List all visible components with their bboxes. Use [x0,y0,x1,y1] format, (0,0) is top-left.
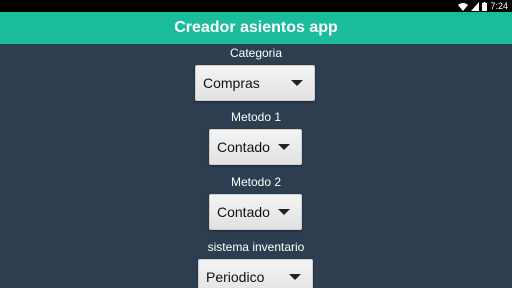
battery-icon [482,1,488,11]
sistema-value: Periodico [206,269,265,285]
metodo1-value: Contado [217,139,270,155]
signal-icon [471,1,480,11]
categoria-label: Categoria [229,46,283,60]
app-bar: Creador asientos app [0,12,512,44]
status-time: 7:24 [490,1,508,11]
sistema-spinner[interactable]: Periodico [198,259,313,288]
sistema-label: sistema inventario [207,240,305,254]
dropdown-arrow-icon [291,80,303,86]
categoria-value: Compras [203,75,260,91]
status-bar: 7:24 [0,0,512,12]
dropdown-arrow-icon [278,144,290,150]
metodo2-spinner[interactable]: Contado [209,194,302,230]
metodo1-spinner[interactable]: Contado [209,129,302,165]
form-content: Categoria Compras Metodo 1 Contado Metod… [0,44,512,288]
status-icons: 7:24 [458,0,508,12]
app-title: Creador asientos app [174,19,338,36]
dropdown-arrow-icon [289,274,301,280]
dropdown-arrow-icon [278,209,290,215]
metodo2-label: Metodo 2 [230,175,282,189]
categoria-spinner[interactable]: Compras [195,65,315,101]
metodo1-label: Metodo 1 [230,110,282,124]
wifi-icon [458,2,469,11]
metodo2-value: Contado [217,204,270,220]
